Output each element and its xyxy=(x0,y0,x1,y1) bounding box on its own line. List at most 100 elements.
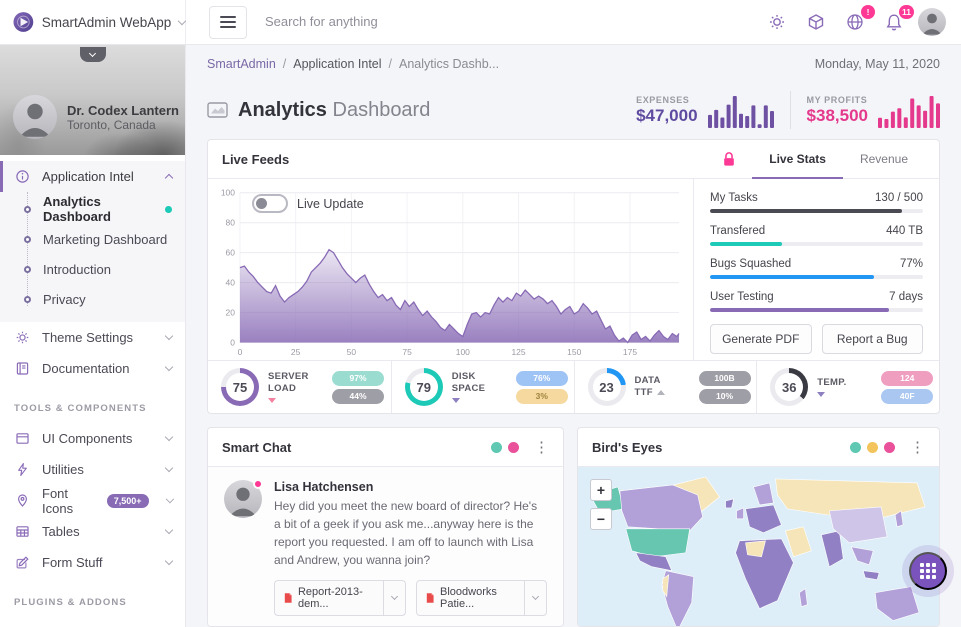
kpi-tiles-row: 75 SERVER LOAD 97% 44% 79 DISK SPACE 76%… xyxy=(208,360,939,413)
trend-up-icon xyxy=(657,390,665,395)
expenses-label: EXPENSES xyxy=(636,95,697,105)
current-date: Monday, May 11, 2020 xyxy=(815,57,940,71)
notifications-button[interactable]: 11 xyxy=(879,7,909,37)
live-stats-sidebar: My Tasks130 / 500 Transfered440 TB Bugs … xyxy=(693,179,939,360)
sidebar-item-font-icons[interactable]: Font Icons 7,500+ xyxy=(0,485,185,516)
nav-label: Theme Settings xyxy=(42,330,133,345)
user-avatar[interactable] xyxy=(918,8,946,36)
sidebar-item-theme-settings[interactable]: Theme Settings xyxy=(0,322,185,353)
stat-my-tasks: My Tasks130 / 500 xyxy=(710,192,923,213)
table-icon xyxy=(13,523,32,540)
gear-icon xyxy=(767,12,787,32)
trend-down-icon xyxy=(452,398,460,403)
x-axis-label: 175 xyxy=(623,347,637,357)
y-axis-label: 80 xyxy=(226,218,236,228)
nav-section-plugins: PLUGINS & ADDONS xyxy=(0,578,185,617)
breadcrumb-current: Analytics Dashb... xyxy=(399,57,499,71)
brand-chevron-down-icon[interactable] xyxy=(178,16,186,24)
tile-data-ttf: 23 DATA TTF 100B 10% xyxy=(574,361,757,413)
avatar[interactable] xyxy=(224,480,262,518)
status-badge: 124 xyxy=(881,371,933,386)
nav-label: Documentation xyxy=(42,361,129,376)
panel-title: Bird's Eyes xyxy=(592,440,662,455)
expenses-value: $47,000 xyxy=(636,106,697,126)
sidebar-profile: Dr. Codex Lantern Toronto, Canada xyxy=(0,45,185,155)
kebab-menu-icon[interactable]: ⋮ xyxy=(534,440,549,455)
brand[interactable]: SmartAdmin WebApp xyxy=(0,0,186,44)
map-zoom-out-button[interactable]: − xyxy=(590,508,612,530)
sidebar-item-privacy[interactable]: Privacy xyxy=(0,284,185,314)
live-feeds-panel: Live Feeds Live Stats Revenue Live Updat… xyxy=(207,139,940,414)
sidebar-item-introduction[interactable]: Introduction xyxy=(0,254,185,284)
chevron-down-icon xyxy=(165,557,173,565)
sidebar-item-documentation[interactable]: Documentation xyxy=(0,353,185,384)
global-search xyxy=(265,13,762,31)
bullet-icon xyxy=(24,206,31,213)
sidebar-item-analytics-dashboard[interactable]: Analytics Dashboard xyxy=(0,194,185,224)
breadcrumb-link-application-intel[interactable]: Application Intel xyxy=(293,57,381,71)
chevron-down-icon xyxy=(165,363,173,371)
grid-icon xyxy=(920,563,936,579)
message-sender: Lisa Hatchensen xyxy=(274,480,547,494)
nav-label: Marketing Dashboard xyxy=(43,232,167,247)
attachment-bloodworks[interactable]: Bloodworks Patie... xyxy=(416,580,547,616)
status-badge: 97% xyxy=(332,371,384,386)
nav-label: Privacy xyxy=(43,292,86,307)
sidebar-item-marketing-dashboard[interactable]: Marketing Dashboard xyxy=(0,224,185,254)
attachment-report[interactable]: Report-2013-dem... xyxy=(274,580,406,616)
x-axis-label: 100 xyxy=(456,347,470,357)
info-circle-icon xyxy=(13,168,32,185)
sidebar-item-tables[interactable]: Tables xyxy=(0,516,185,547)
sidebar-item-application-intel[interactable]: Application Intel xyxy=(0,161,185,192)
report-bug-button[interactable]: Report a Bug xyxy=(822,324,924,354)
breadcrumb-link-smartadmin[interactable]: SmartAdmin xyxy=(207,57,276,71)
kebab-menu-icon[interactable]: ⋮ xyxy=(910,440,925,455)
sidebar: Dr. Codex Lantern Toronto, Canada Applic… xyxy=(0,45,186,627)
live-update-toggle[interactable] xyxy=(252,194,288,213)
disk-space-ring: 79 xyxy=(405,368,443,406)
apps-button[interactable] xyxy=(801,7,831,37)
online-status-dot xyxy=(253,479,263,489)
sidebar-item-utilities[interactable]: Utilities xyxy=(0,454,185,485)
status-badge: 3% xyxy=(516,389,568,404)
active-page-dot xyxy=(165,206,172,213)
bullet-icon xyxy=(24,266,31,273)
profile-avatar[interactable] xyxy=(13,95,57,139)
live-feeds-header: Live Feeds Live Stats Revenue xyxy=(208,140,939,179)
app-launcher-fab[interactable] xyxy=(909,552,947,590)
live-chart-area: Live Update 0204060801000255075100125150… xyxy=(208,179,693,360)
status-badge: 44% xyxy=(332,389,384,404)
stat-transfered: Transfered440 TB xyxy=(710,225,923,246)
menu-toggle-button[interactable] xyxy=(209,6,247,39)
top-navbar: SmartAdmin WebApp ! xyxy=(0,0,961,45)
metric-divider xyxy=(790,91,791,129)
sidebar-item-ui-components[interactable]: UI Components xyxy=(0,423,185,454)
nav-label: Application Intel xyxy=(42,169,134,184)
status-dot-yellow xyxy=(867,442,878,453)
stat-user-testing: User Testing7 days xyxy=(710,291,923,312)
tab-revenue[interactable]: Revenue xyxy=(843,140,925,178)
lock-icon[interactable] xyxy=(722,151,736,167)
profile-collapse-button[interactable] xyxy=(80,47,106,62)
tile-label: DISK SPACE xyxy=(452,371,498,404)
page-title: Analytics Dashboard xyxy=(207,99,430,122)
bullet-icon xyxy=(24,236,31,243)
attachment-dropdown[interactable] xyxy=(524,581,546,615)
tile-server-load: 75 SERVER LOAD 97% 44% xyxy=(208,361,391,413)
tab-live-stats[interactable]: Live Stats xyxy=(752,140,843,178)
chevron-down-icon xyxy=(165,464,173,472)
generate-pdf-button[interactable]: Generate PDF xyxy=(710,324,812,354)
search-input[interactable] xyxy=(265,14,585,29)
map-zoom-in-button[interactable]: + xyxy=(590,479,612,501)
sidebar-item-form-stuff[interactable]: Form Stuff xyxy=(0,547,185,578)
nav-label: Analytics Dashboard xyxy=(43,194,165,224)
alerts-button[interactable]: ! xyxy=(840,7,870,37)
nav-label: UI Components xyxy=(42,431,132,446)
world-map[interactable]: + − xyxy=(578,467,939,626)
attachment-dropdown[interactable] xyxy=(383,581,405,615)
settings-button[interactable] xyxy=(762,7,792,37)
trend-down-icon xyxy=(268,398,276,403)
alerts-badge: ! xyxy=(861,5,875,19)
y-axis-label: 20 xyxy=(226,308,236,318)
gear-icon xyxy=(13,329,32,346)
